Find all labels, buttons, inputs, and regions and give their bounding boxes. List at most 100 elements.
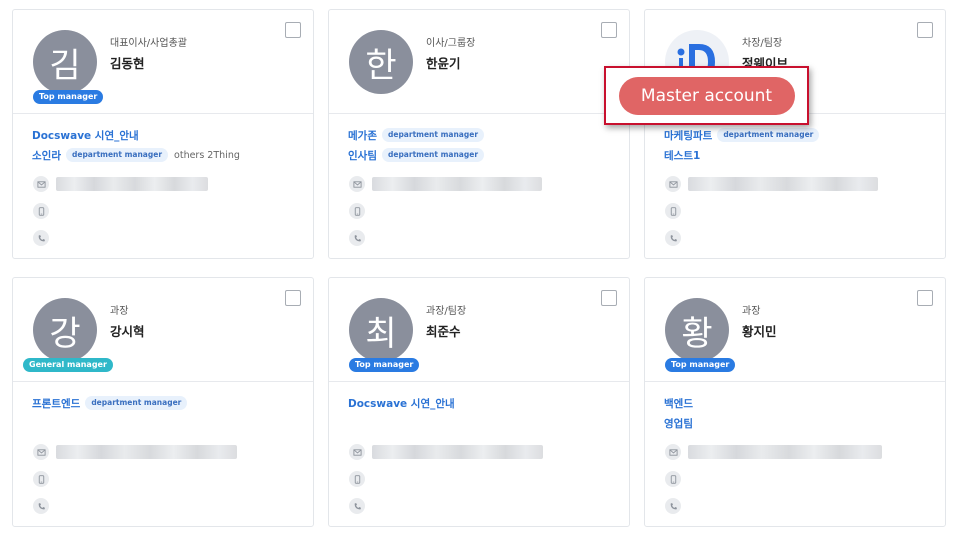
- department-row: 백엔드: [664, 393, 935, 413]
- member-card[interactable]: 한 이사/그룹장 한윤기 메가존 department manager 인사팀 …: [328, 9, 630, 259]
- email-value-blurred: [56, 445, 237, 459]
- phone-row: [665, 230, 681, 246]
- email-row: [665, 444, 882, 460]
- avatar: 김: [33, 30, 97, 94]
- avatar: 한: [349, 30, 413, 94]
- phone-icon: [665, 498, 681, 514]
- member-position: 이사/그룹장: [426, 38, 476, 49]
- member-card[interactable]: 차장/팀장 정웨이브 마케팅파트 department manager 테스트1: [644, 9, 946, 259]
- member-card[interactable]: 강 General manager 과장 강시혁 프론트엔드 departmen…: [12, 277, 314, 527]
- mobile-icon: [665, 471, 681, 487]
- department-link[interactable]: 영업팀: [664, 416, 693, 431]
- department-link[interactable]: 메가존: [348, 128, 377, 143]
- member-position: 대표이사/사업총괄: [110, 38, 187, 49]
- department-list: 백엔드 영업팀: [664, 393, 935, 433]
- avatar: 강: [33, 298, 97, 362]
- department-manager-tag: department manager: [717, 128, 820, 142]
- divider: [329, 113, 629, 114]
- email-row: [33, 176, 208, 192]
- mail-icon: [33, 176, 49, 192]
- member-position: 과장: [742, 306, 761, 317]
- role-badge: Top manager: [349, 358, 420, 372]
- select-checkbox[interactable]: [285, 290, 301, 306]
- email-row: [33, 444, 237, 460]
- mobile-row: [349, 471, 365, 487]
- divider: [645, 381, 945, 382]
- phone-icon: [33, 498, 49, 514]
- mobile-icon: [349, 471, 365, 487]
- master-account-badge[interactable]: Master account: [618, 76, 795, 115]
- phone-row: [349, 230, 365, 246]
- department-list: 프론트엔드 department manager: [32, 393, 303, 413]
- department-list: 마케팅파트 department manager 테스트1: [664, 125, 935, 165]
- department-link[interactable]: Docswave 시연_안내: [348, 396, 455, 411]
- department-link[interactable]: 소인라: [32, 148, 61, 163]
- department-list: Docswave 시연_안내: [348, 393, 619, 413]
- email-value-blurred: [372, 445, 543, 459]
- email-row: [349, 444, 543, 460]
- mobile-row: [33, 203, 49, 219]
- email-row: [665, 176, 878, 192]
- member-card[interactable]: 김 Top manager 대표이사/사업총괄 김동현 Docswave 시연_…: [12, 9, 314, 259]
- member-position: 과장/팀장: [426, 306, 467, 317]
- department-row: Docswave 시연_안내: [32, 125, 303, 145]
- department-link[interactable]: 인사팀: [348, 148, 377, 163]
- phone-row: [33, 230, 49, 246]
- mobile-row: [665, 203, 681, 219]
- department-manager-tag: department manager: [381, 128, 485, 142]
- member-card[interactable]: 최 Top manager 과장/팀장 최준수 Docswave 시연_안내: [328, 277, 630, 527]
- select-checkbox[interactable]: [601, 22, 617, 38]
- select-checkbox[interactable]: [285, 22, 301, 38]
- phone-icon: [349, 498, 365, 514]
- divider: [13, 381, 313, 382]
- mobile-row: [33, 471, 49, 487]
- role-badge: Top manager: [33, 90, 104, 104]
- mobile-row: [349, 203, 365, 219]
- mail-icon: [665, 444, 681, 460]
- member-name[interactable]: 김동현: [110, 53, 145, 72]
- department-row: 프론트엔드 department manager: [32, 393, 303, 413]
- department-list: Docswave 시연_안내 소인라 department manager ot…: [32, 125, 303, 165]
- others-count[interactable]: others 2Thing: [174, 150, 240, 161]
- department-link[interactable]: 마케팅파트: [664, 128, 712, 143]
- select-checkbox[interactable]: [601, 290, 617, 306]
- member-position: 과장: [110, 306, 129, 317]
- department-row: 인사팀 department manager: [348, 145, 619, 165]
- phone-icon: [665, 230, 681, 246]
- department-link[interactable]: 프론트엔드: [32, 396, 80, 411]
- email-value-blurred: [372, 177, 542, 191]
- role-badge: Top manager: [665, 358, 736, 372]
- department-row: 영업팀: [664, 413, 935, 433]
- department-row: 마케팅파트 department manager: [664, 125, 935, 145]
- phone-row: [665, 498, 681, 514]
- avatar: 황: [665, 298, 729, 362]
- member-position: 차장/팀장: [742, 38, 783, 49]
- department-manager-tag: department manager: [381, 148, 485, 162]
- select-checkbox[interactable]: [917, 290, 933, 306]
- department-link[interactable]: 테스트1: [664, 148, 700, 163]
- phone-icon: [33, 230, 49, 246]
- member-card[interactable]: 황 Top manager 과장 황지민 백엔드 영업팀: [644, 277, 946, 527]
- email-row: [349, 176, 542, 192]
- avatar: 최: [349, 298, 413, 362]
- department-list: 메가존 department manager 인사팀 department ma…: [348, 125, 619, 165]
- member-name[interactable]: 최준수: [426, 321, 461, 340]
- mail-icon: [349, 176, 365, 192]
- phone-row: [33, 498, 49, 514]
- mobile-icon: [665, 203, 681, 219]
- mail-icon: [665, 176, 681, 192]
- member-name[interactable]: 황지민: [742, 321, 777, 340]
- mobile-icon: [349, 203, 365, 219]
- department-row: 메가존 department manager: [348, 125, 619, 145]
- department-row: 테스트1: [664, 145, 935, 165]
- select-checkbox[interactable]: [917, 22, 933, 38]
- member-name[interactable]: 한윤기: [426, 53, 461, 72]
- phone-row: [349, 498, 365, 514]
- mail-icon: [349, 444, 365, 460]
- department-row: 소인라 department manager others 2Thing: [32, 145, 303, 165]
- department-row: Docswave 시연_안내: [348, 393, 619, 413]
- department-link[interactable]: Docswave 시연_안내: [32, 128, 139, 143]
- email-value-blurred: [688, 177, 878, 191]
- department-link[interactable]: 백엔드: [664, 396, 693, 411]
- member-name[interactable]: 강시혁: [110, 321, 145, 340]
